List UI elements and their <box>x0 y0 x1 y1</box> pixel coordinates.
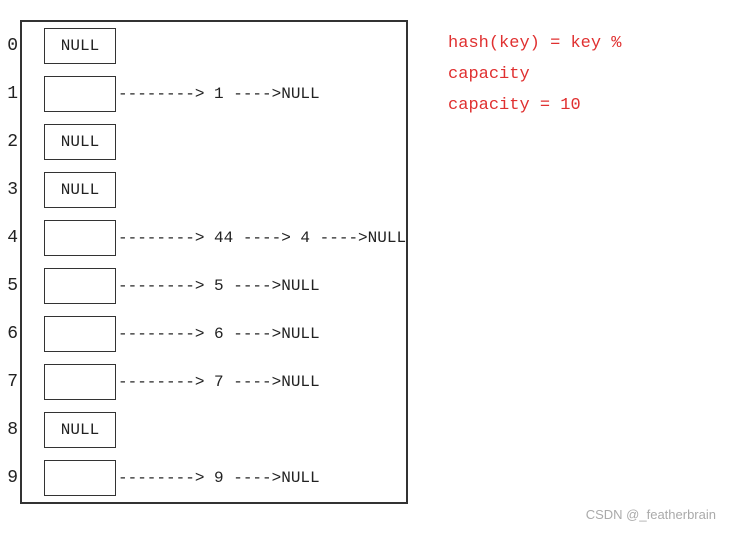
table-row: 3NULL <box>22 166 406 214</box>
bucket-cell <box>44 220 116 256</box>
index-label: 4 <box>0 228 18 248</box>
table-row: 0NULL <box>22 22 406 70</box>
chain-text: --------> 6 ---->NULL <box>118 325 320 343</box>
index-label: 3 <box>0 180 18 200</box>
index-label: 0 <box>0 36 18 56</box>
chain-text: --------> 9 ---->NULL <box>118 469 320 487</box>
index-label: 7 <box>0 372 18 392</box>
table-row: 6--------> 6 ---->NULL <box>22 310 406 358</box>
index-label: 8 <box>0 420 18 440</box>
info-section: hash(key) = key % capacity capacity = 10 <box>408 10 716 528</box>
formula-line1: hash(key) = key % <box>448 30 716 57</box>
table-row: 4--------> 44 ----> 4 ---->NULL <box>22 214 406 262</box>
bucket-cell: NULL <box>44 412 116 448</box>
watermark: CSDN @_featherbrain <box>586 507 716 522</box>
hash-table: 0NULL1--------> 1 ---->NULL2NULL3NULL4--… <box>20 20 408 504</box>
bucket-cell <box>44 76 116 112</box>
table-row: 5--------> 5 ---->NULL <box>22 262 406 310</box>
bucket-cell: NULL <box>44 124 116 160</box>
index-label: 6 <box>0 324 18 344</box>
bucket-cell <box>44 460 116 496</box>
formula-line3: capacity = 10 <box>448 92 716 119</box>
chain-text: --------> 44 ----> 4 ---->NULL <box>118 229 406 247</box>
formula-line2: capacity <box>448 61 716 88</box>
index-label: 5 <box>0 276 18 296</box>
chain-text: --------> 1 ---->NULL <box>118 85 320 103</box>
bucket-cell: NULL <box>44 172 116 208</box>
table-row: 9--------> 9 ---->NULL <box>22 454 406 502</box>
main-container: 0NULL1--------> 1 ---->NULL2NULL3NULL4--… <box>0 0 736 538</box>
index-label: 2 <box>0 132 18 152</box>
table-section: 0NULL1--------> 1 ---->NULL2NULL3NULL4--… <box>20 10 408 528</box>
chain-text: --------> 5 ---->NULL <box>118 277 320 295</box>
table-row: 8NULL <box>22 406 406 454</box>
index-label: 1 <box>0 84 18 104</box>
table-row: 7--------> 7 ---->NULL <box>22 358 406 406</box>
chain-text: --------> 7 ---->NULL <box>118 373 320 391</box>
bucket-cell: NULL <box>44 28 116 64</box>
bucket-cell <box>44 316 116 352</box>
bucket-cell <box>44 268 116 304</box>
index-label: 9 <box>0 468 18 488</box>
table-row: 2NULL <box>22 118 406 166</box>
table-row: 1--------> 1 ---->NULL <box>22 70 406 118</box>
bucket-cell <box>44 364 116 400</box>
